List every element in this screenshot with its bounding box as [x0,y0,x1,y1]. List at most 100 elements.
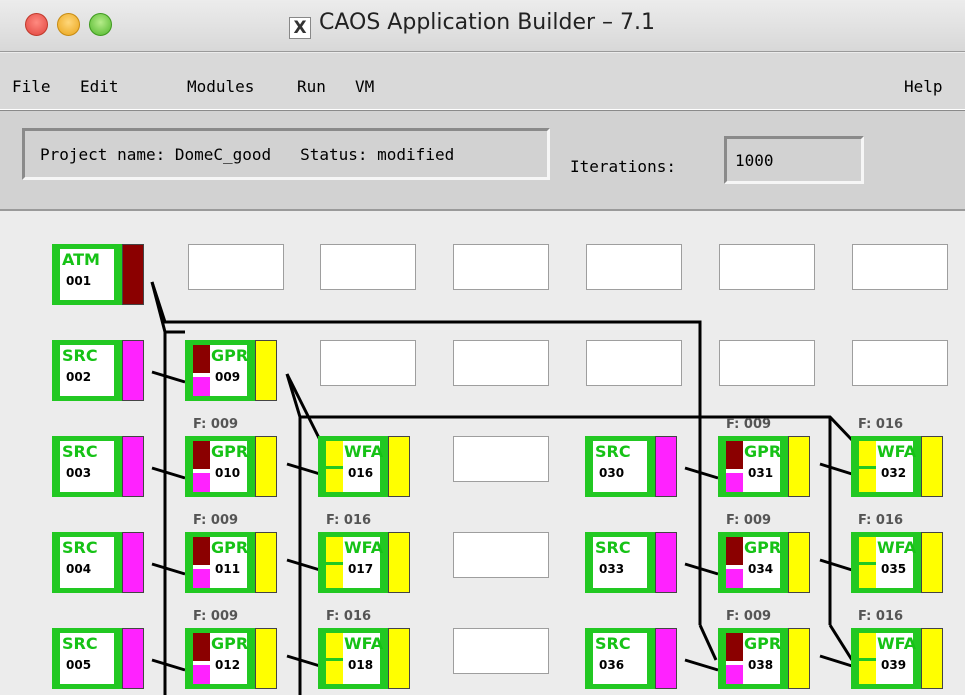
output-port[interactable] [788,628,810,689]
empty-slot[interactable] [188,244,284,290]
empty-slot[interactable] [453,532,549,578]
window-title: CAOS Application Builder – 7.1 [319,10,655,35]
input-port[interactable] [726,473,743,492]
minimize-button[interactable] [57,13,80,36]
iterations-label: Iterations: [570,157,676,176]
module-atm-001[interactable]: ATM 001 [52,244,150,305]
menu-run[interactable]: Run [297,77,326,96]
empty-slot[interactable] [320,244,416,290]
output-port[interactable] [122,628,144,689]
output-port[interactable] [122,436,144,497]
module-gpr-009[interactable]: GPR 009 [185,340,283,401]
output-port[interactable] [655,532,677,593]
empty-slot[interactable] [719,340,815,386]
output-port[interactable] [655,628,677,689]
feedback-label: F: 009 [726,609,772,624]
input-port[interactable] [193,569,210,588]
module-number: 033 [599,562,625,576]
menu-edit[interactable]: Edit [80,77,119,96]
output-port[interactable] [921,628,943,689]
input-port[interactable] [193,633,210,661]
input-port[interactable] [193,665,210,684]
menu-vm[interactable]: VM [355,77,374,96]
empty-slot[interactable] [852,340,948,386]
input-port[interactable] [726,537,743,565]
empty-slot[interactable] [453,244,549,290]
output-port[interactable] [255,628,277,689]
module-gpr-031[interactable]: GPR 031 [718,436,816,497]
input-port[interactable] [726,633,743,661]
output-port[interactable] [921,436,943,497]
module-wfa-039[interactable]: WFA 039 [851,628,949,689]
module-number: 004 [66,562,92,576]
input-port[interactable] [193,345,210,373]
input-port[interactable] [193,377,210,396]
output-port[interactable] [122,244,144,305]
module-gpr-034[interactable]: GPR 034 [718,532,816,593]
module-number: 032 [881,466,907,480]
project-info-bar: Project name: DomeC_good Status: modifie… [0,111,965,211]
module-wfa-032[interactable]: WFA 032 [851,436,949,497]
menu-help[interactable]: Help [904,77,943,96]
empty-slot[interactable] [852,244,948,290]
feedback-label: F: 016 [858,417,904,432]
module-gpr-038[interactable]: GPR 038 [718,628,816,689]
module-wfa-016[interactable]: WFA 016 [318,436,416,497]
module-name: SRC [595,442,631,461]
output-port[interactable] [255,436,277,497]
module-canvas[interactable]: ATM 001 SRC 002 SRC 003 SRC 004 SRC 005 … [0,212,965,695]
module-name: WFA [877,538,917,557]
output-port[interactable] [255,532,277,593]
input-port[interactable] [726,569,743,588]
module-src-002[interactable]: SRC 002 [52,340,150,401]
maximize-button[interactable] [89,13,112,36]
wire-038-039 [819,654,853,668]
empty-slot[interactable] [453,340,549,386]
output-port[interactable] [388,436,410,497]
module-gpr-011[interactable]: GPR 011 [185,532,283,593]
input-port[interactable] [726,441,743,469]
empty-slot[interactable] [453,628,549,674]
module-wfa-017[interactable]: WFA 017 [318,532,416,593]
feedback-label: F: 009 [726,417,772,432]
module-wfa-018[interactable]: WFA 018 [318,628,416,689]
module-src-030[interactable]: SRC 030 [585,436,683,497]
output-port[interactable] [122,532,144,593]
module-name: SRC [595,538,631,557]
module-name: WFA [344,538,384,557]
output-port[interactable] [655,436,677,497]
output-port[interactable] [788,532,810,593]
output-port[interactable] [921,532,943,593]
module-gpr-012[interactable]: GPR 012 [185,628,283,689]
empty-slot[interactable] [719,244,815,290]
menu-modules[interactable]: Modules [187,77,254,96]
module-src-003[interactable]: SRC 003 [52,436,150,497]
output-port[interactable] [122,340,144,401]
output-port[interactable] [388,628,410,689]
module-name: WFA [877,442,917,461]
module-src-005[interactable]: SRC 005 [52,628,150,689]
module-src-036[interactable]: SRC 036 [585,628,683,689]
input-port[interactable] [193,441,210,469]
output-port[interactable] [788,436,810,497]
input-port[interactable] [193,537,210,565]
empty-slot[interactable] [586,244,682,290]
output-port[interactable] [388,532,410,593]
module-gpr-010[interactable]: GPR 010 [185,436,283,497]
menu-file[interactable]: File [12,77,51,96]
module-name: SRC [62,538,98,557]
module-number: 038 [748,658,774,672]
close-button[interactable] [25,13,48,36]
module-src-004[interactable]: SRC 004 [52,532,150,593]
empty-slot[interactable] [586,340,682,386]
module-wfa-035[interactable]: WFA 035 [851,532,949,593]
output-port[interactable] [255,340,277,401]
input-port[interactable] [726,665,743,684]
iterations-input[interactable] [724,136,864,184]
empty-slot[interactable] [453,436,549,482]
empty-slot[interactable] [320,340,416,386]
input-port[interactable] [193,473,210,492]
module-number: 005 [66,658,92,672]
wire-010-016 [286,462,321,476]
module-src-033[interactable]: SRC 033 [585,532,683,593]
